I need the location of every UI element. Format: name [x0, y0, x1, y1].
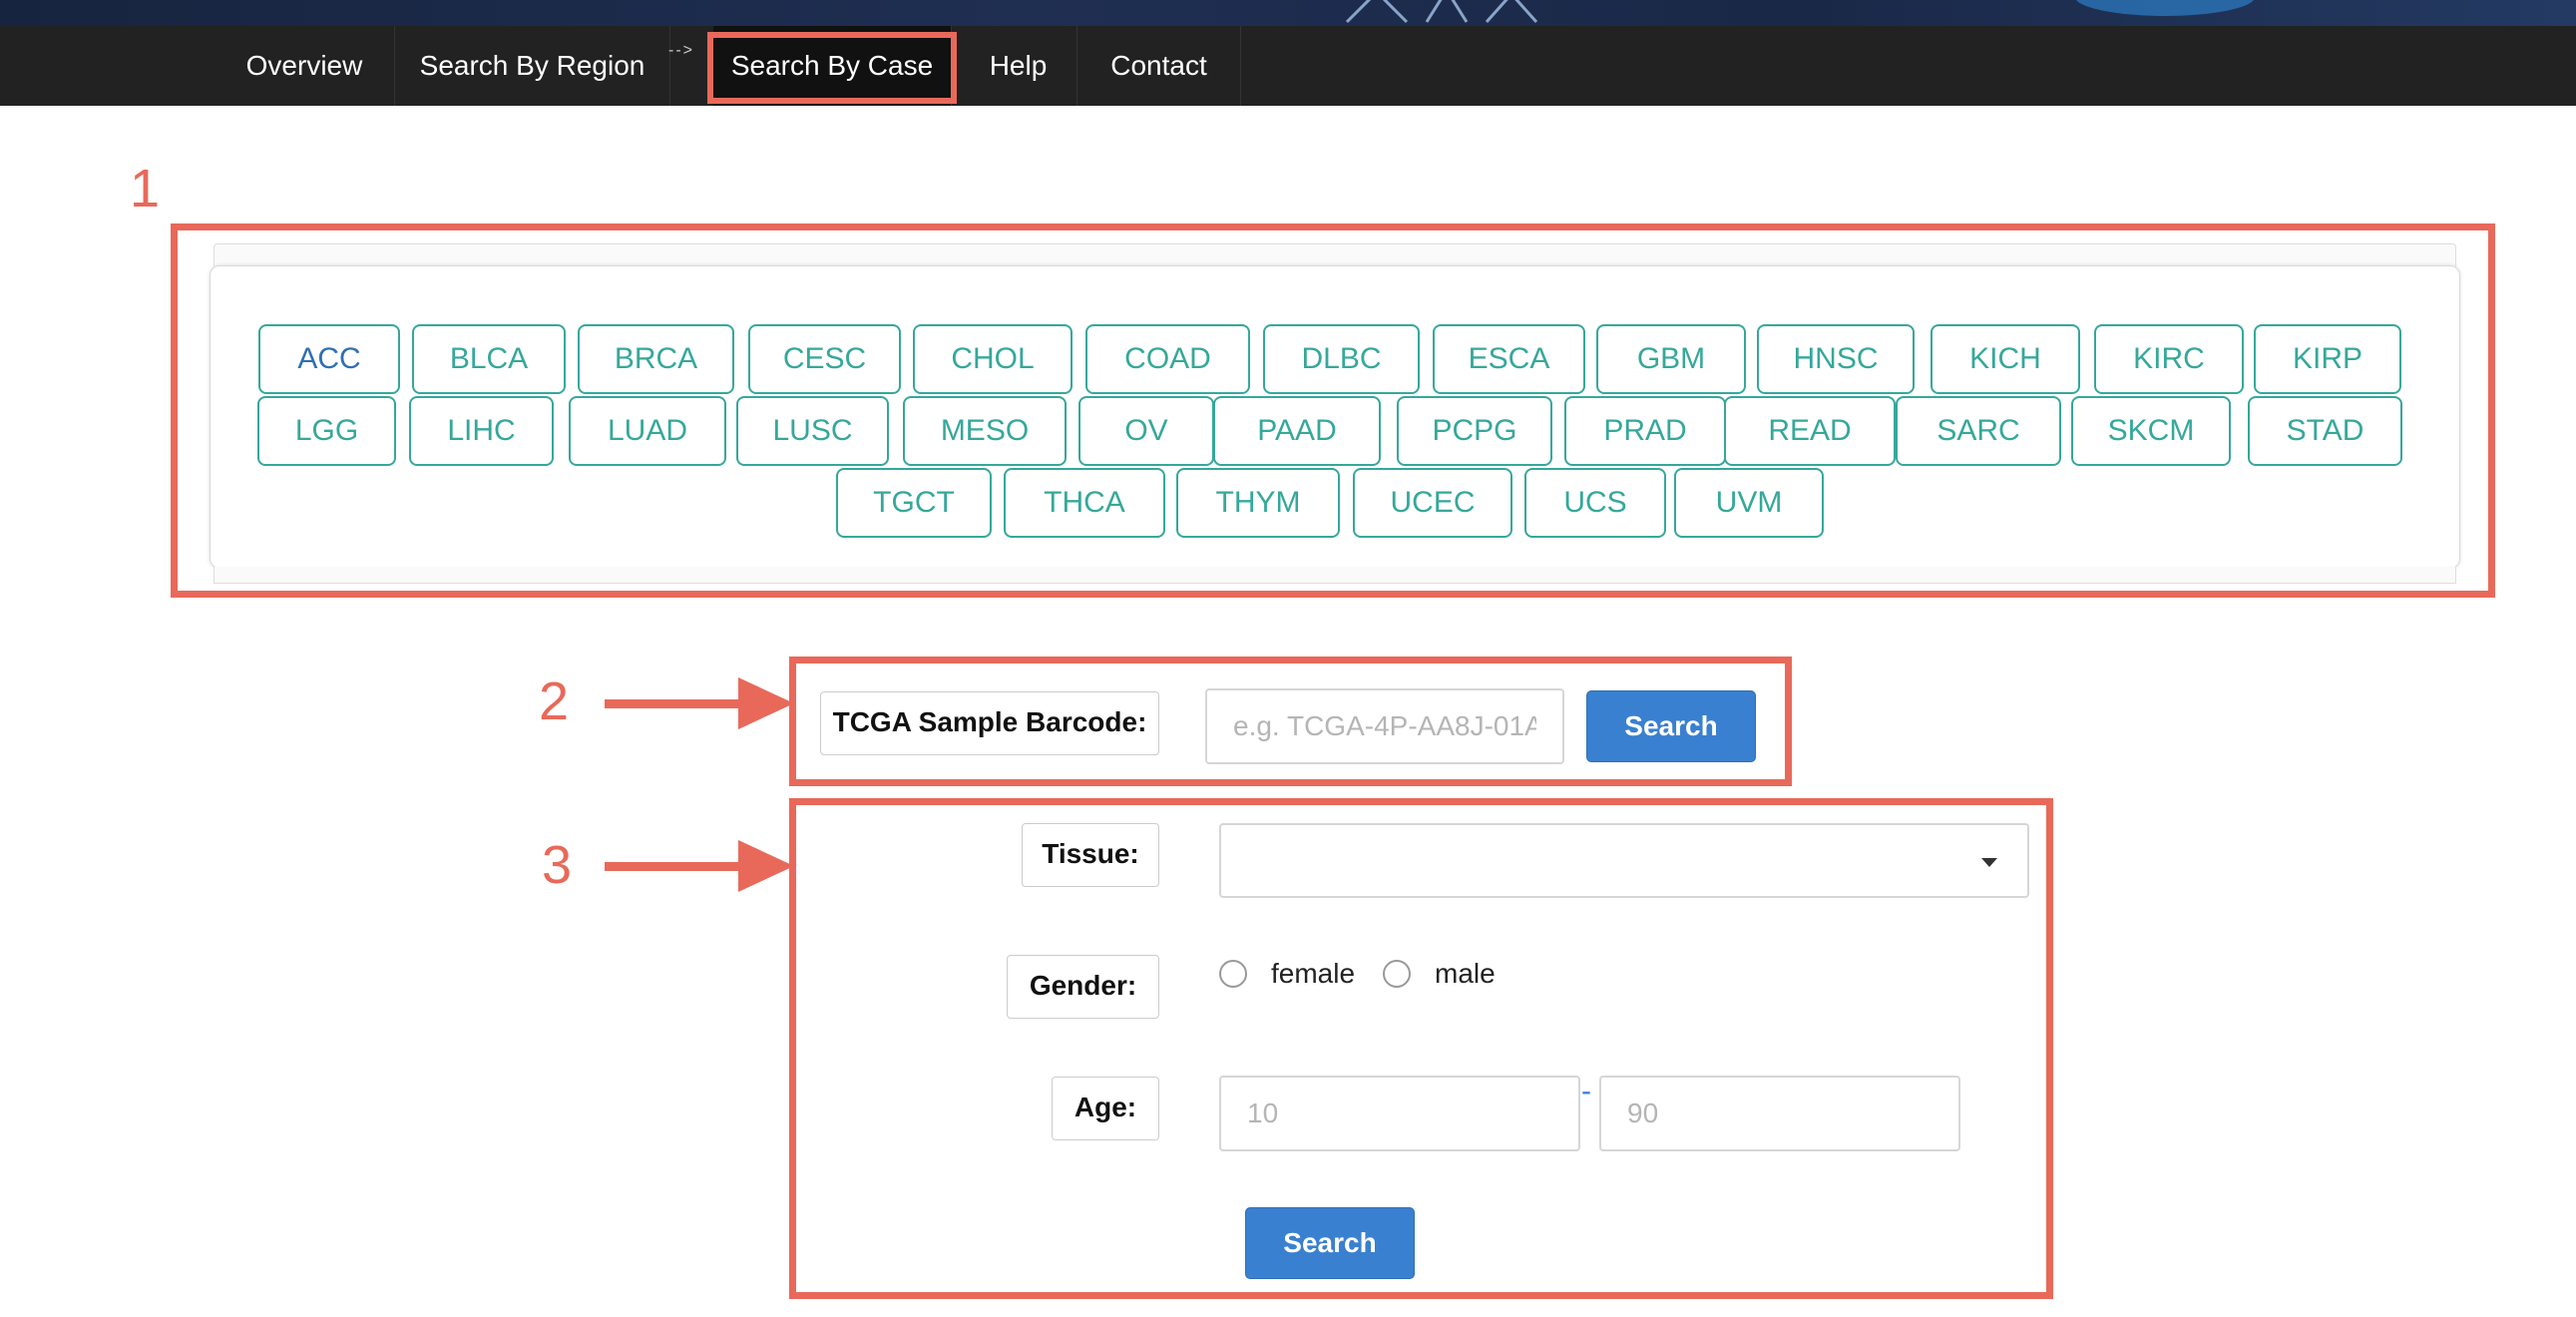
cancer-type-button-chol[interactable]: CHOL	[913, 324, 1073, 394]
cancer-type-button-dlbc[interactable]: DLBC	[1263, 324, 1420, 394]
annotation-number-2: 2	[539, 671, 570, 731]
nav-search-by-case[interactable]: Search By Case	[713, 26, 952, 106]
chevron-down-icon	[1981, 858, 1997, 867]
cancer-type-button-lgg[interactable]: LGG	[257, 396, 396, 466]
annotation-number-3: 3	[542, 835, 573, 895]
cancer-type-button-gbm[interactable]: GBM	[1596, 324, 1746, 394]
cancer-type-button-stad[interactable]: STAD	[2248, 396, 2402, 466]
cancer-type-button-tgct[interactable]: TGCT	[836, 468, 992, 538]
cancer-type-button-lihc[interactable]: LIHC	[409, 396, 554, 466]
panel-edge-top	[214, 243, 2456, 266]
logo-graphic	[1345, 0, 1538, 24]
cancer-type-button-coad[interactable]: COAD	[1085, 324, 1250, 394]
tissue-label: Tissue:	[1022, 823, 1159, 887]
case-search-button[interactable]: Search	[1245, 1207, 1415, 1279]
nav-search-by-region[interactable]: Search By Region	[395, 26, 670, 106]
cancer-type-button-kirc[interactable]: KIRC	[2094, 324, 2244, 394]
gender-female-label[interactable]: female	[1271, 958, 1355, 990]
annotation-arrowhead-3	[738, 840, 794, 892]
cancer-type-button-lusc[interactable]: LUSC	[736, 396, 889, 466]
cancer-type-button-cesc[interactable]: CESC	[748, 324, 901, 394]
cancer-type-button-esca[interactable]: ESCA	[1433, 324, 1585, 394]
barcode-search-button[interactable]: Search	[1586, 690, 1756, 762]
annotation-arrow-2	[605, 699, 744, 708]
age-separator: -	[1581, 1075, 1591, 1107]
age-label: Age:	[1052, 1077, 1159, 1140]
cancer-type-button-thca[interactable]: THCA	[1004, 468, 1165, 538]
nav-contact[interactable]: Contact	[1077, 26, 1241, 106]
cancer-type-button-acc[interactable]: ACC	[258, 324, 400, 394]
logo-blob	[2075, 0, 2255, 16]
cancer-type-button-pcpg[interactable]: PCPG	[1397, 396, 1552, 466]
cancer-type-button-meso[interactable]: MESO	[903, 396, 1067, 466]
cancer-type-button-skcm[interactable]: SKCM	[2071, 396, 2231, 466]
nav-help[interactable]: Help	[960, 26, 1077, 106]
cancer-type-button-read[interactable]: READ	[1724, 396, 1896, 466]
cancer-type-button-ucs[interactable]: UCS	[1524, 468, 1666, 538]
barcode-label: TCGA Sample Barcode:	[820, 691, 1159, 755]
cancer-type-button-uvm[interactable]: UVM	[1674, 468, 1824, 538]
panel-edge-bottom	[214, 567, 2456, 584]
age-max-input[interactable]	[1599, 1076, 1960, 1151]
header-banner	[0, 0, 2576, 26]
cancer-type-button-kirp[interactable]: KIRP	[2254, 324, 2401, 394]
cancer-type-button-kich[interactable]: KICH	[1931, 324, 2080, 394]
cancer-type-button-paad[interactable]: PAAD	[1213, 396, 1381, 466]
nav-arrow-dots: -->	[668, 42, 694, 59]
annotation-arrow-3	[605, 862, 744, 871]
age-min-input[interactable]	[1219, 1076, 1580, 1151]
barcode-input[interactable]	[1205, 688, 1564, 764]
cancer-type-button-hnsc[interactable]: HNSC	[1757, 324, 1915, 394]
cancer-type-button-ucec[interactable]: UCEC	[1353, 468, 1512, 538]
navbar: Overview Search By Region Search By Case…	[0, 26, 2576, 106]
gender-male-radio[interactable]	[1383, 960, 1411, 988]
annotation-arrowhead-2	[738, 677, 794, 729]
cancer-type-button-luad[interactable]: LUAD	[569, 396, 726, 466]
nav-overview[interactable]: Overview	[215, 26, 395, 106]
tissue-select[interactable]	[1219, 823, 2029, 898]
gender-female-radio[interactable]	[1219, 960, 1247, 988]
cancer-type-button-ov[interactable]: OV	[1078, 396, 1214, 466]
gender-male-label[interactable]: male	[1435, 958, 1496, 990]
cancer-type-button-blca[interactable]: BLCA	[412, 324, 566, 394]
cancer-type-button-brca[interactable]: BRCA	[578, 324, 734, 394]
cancer-type-button-prad[interactable]: PRAD	[1564, 396, 1726, 466]
annotation-number-1: 1	[130, 159, 161, 219]
cancer-type-button-sarc[interactable]: SARC	[1896, 396, 2061, 466]
cancer-type-button-thym[interactable]: THYM	[1176, 468, 1340, 538]
gender-label: Gender:	[1007, 955, 1159, 1019]
